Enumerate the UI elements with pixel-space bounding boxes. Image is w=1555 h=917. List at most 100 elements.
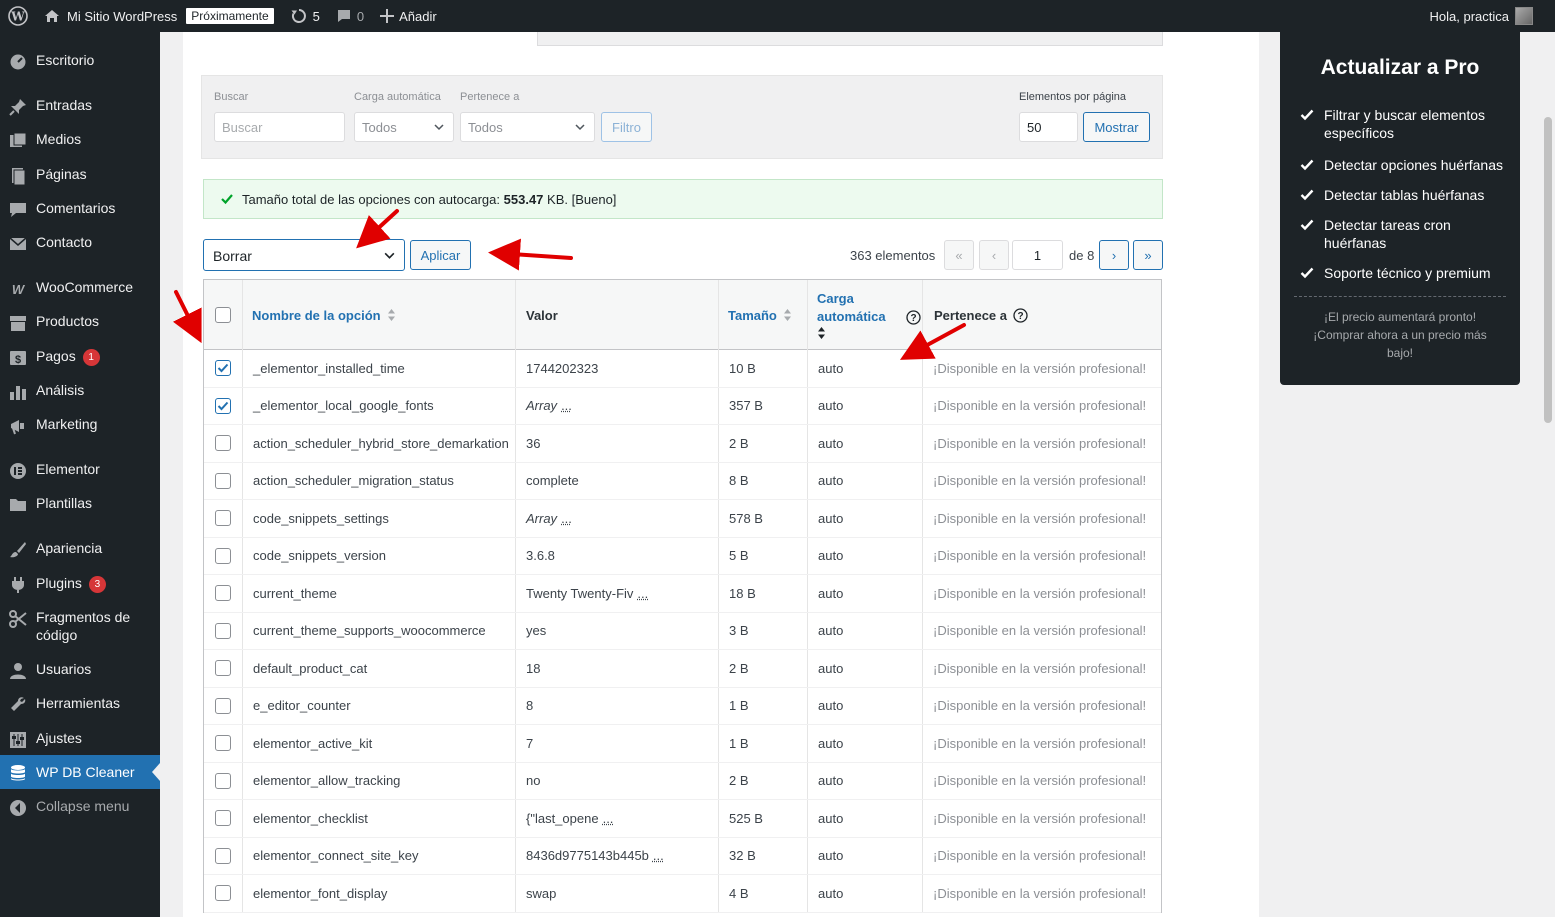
elementor-icon <box>0 460 36 480</box>
sidebar-item-plantillas[interactable]: Plantillas <box>0 494 160 514</box>
current-page-input[interactable]: 1 <box>1012 240 1063 270</box>
comments-menu[interactable]: 0 <box>328 0 372 32</box>
check-icon <box>1300 189 1314 201</box>
row-select-cell <box>204 875 243 912</box>
pro-feature-item: Detectar tareas cron huérfanas <box>1300 216 1510 252</box>
sidebar-item-elementor[interactable]: Elementor <box>0 460 160 480</box>
option-belongs: ¡Disponible en la versión profesional! <box>933 548 1147 564</box>
options-table: Nombre de la opción Valor Tamaño Carga a… <box>203 279 1162 913</box>
select-all-checkbox[interactable] <box>215 307 231 323</box>
autoload-select[interactable]: Todos <box>354 112 454 142</box>
bulk-action-select[interactable]: Borrar <box>203 239 405 271</box>
show-button[interactable]: Mostrar <box>1083 112 1150 142</box>
row-checkbox[interactable] <box>215 360 231 377</box>
site-name-menu[interactable]: Mi Sitio WordPress Próximamente <box>36 0 282 32</box>
sidebar-item-escritorio[interactable]: Escritorio <box>0 51 160 71</box>
option-belongs: ¡Disponible en la versión profesional! <box>933 885 1147 901</box>
row-checkbox[interactable] <box>215 660 231 677</box>
updates-menu[interactable]: 5 <box>282 0 328 32</box>
megaphone-icon <box>0 415 36 435</box>
add-new-menu[interactable]: Añadir <box>372 0 445 32</box>
chevron-down-icon <box>434 124 444 131</box>
row-checkbox[interactable] <box>215 772 231 789</box>
row-select-cell <box>204 575 243 612</box>
divider <box>1294 296 1506 297</box>
option-belongs: ¡Disponible en la versión profesional! <box>933 773 1147 789</box>
next-page-button[interactable]: › <box>1099 240 1129 270</box>
last-page-button[interactable]: » <box>1133 240 1163 270</box>
option-name: elementor_allow_tracking <box>243 762 516 799</box>
sidebar-item-entradas[interactable]: Entradas <box>0 96 160 116</box>
help-icon[interactable]: ? <box>1013 307 1028 323</box>
row-checkbox[interactable] <box>215 622 231 639</box>
row-checkbox[interactable] <box>215 547 231 564</box>
column-autoload-label-1: Carga <box>817 291 854 306</box>
option-belongs: ¡Disponible en la versión profesional! <box>933 735 1147 751</box>
expand-value-link[interactable]: ... <box>603 811 614 826</box>
greeting: Hola, practica <box>1429 8 1509 24</box>
sidebar-item-productos[interactable]: Productos <box>0 312 160 332</box>
row-checkbox[interactable] <box>215 397 231 414</box>
expand-value-link[interactable]: ... <box>653 848 664 863</box>
sidebar-item-woocommerce[interactable]: W WooCommerce <box>0 278 160 298</box>
sidebar-item-label: Apariencia <box>36 540 103 556</box>
prev-page-button[interactable]: ‹ <box>979 240 1009 270</box>
row-checkbox[interactable] <box>215 847 231 864</box>
row-checkbox[interactable] <box>215 472 231 489</box>
coming-soon-badge[interactable]: Próximamente <box>186 8 274 24</box>
row-select-cell <box>204 612 243 649</box>
per-page-input[interactable]: 50 <box>1019 112 1078 142</box>
sidebar-item-label: Marketing <box>36 416 98 432</box>
sidebar-item-usuarios[interactable]: Usuarios <box>0 660 160 680</box>
row-checkbox[interactable] <box>215 435 231 452</box>
search-input[interactable]: Buscar <box>214 112 345 142</box>
sidebar-item-herramientas[interactable]: Herramientas <box>0 694 160 714</box>
row-select-cell <box>204 500 243 537</box>
row-checkbox[interactable] <box>215 585 231 602</box>
pro-price-note[interactable]: ¡El precio aumentará pronto! ¡Comprar ah… <box>1300 308 1500 362</box>
sidebar-item-marketing[interactable]: Marketing <box>0 415 160 435</box>
pro-feature-label: Soporte técnico y premium <box>1324 265 1491 281</box>
row-checkbox[interactable] <box>215 810 231 827</box>
row-select-cell <box>204 650 243 687</box>
row-checkbox[interactable] <box>215 697 231 714</box>
expand-value-link[interactable]: ... <box>637 586 648 601</box>
row-checkbox[interactable] <box>215 735 231 752</box>
sidebar-item-análisis[interactable]: Análisis <box>0 381 160 401</box>
column-autoload[interactable]: Carga automática ? <box>808 280 923 350</box>
first-page-button[interactable]: « <box>944 240 974 270</box>
check-icon <box>1300 159 1314 171</box>
filter-button[interactable]: Filtro <box>601 112 652 142</box>
option-size: 1 B <box>719 687 808 724</box>
wordpress-logo-icon[interactable]: W <box>0 0 36 32</box>
row-checkbox[interactable] <box>215 885 231 902</box>
belongs-select[interactable]: Todos <box>460 112 595 142</box>
scrollbar-thumb[interactable] <box>1544 117 1552 423</box>
sidebar-item-wp-db-cleaner[interactable]: WP DB Cleaner <box>0 755 160 789</box>
sidebar-item-pagos[interactable]: $ Pagos 1 <box>0 347 160 367</box>
sidebar-item-plugins[interactable]: Plugins 3 <box>0 574 160 594</box>
sidebar-item-páginas[interactable]: Páginas <box>0 165 160 185</box>
account-menu[interactable]: Hola, practica <box>1430 0 1533 32</box>
option-value: swap <box>516 875 719 912</box>
option-autoload: auto <box>808 575 923 612</box>
apply-button[interactable]: Aplicar <box>410 240 471 270</box>
help-icon[interactable]: ? <box>905 309 921 325</box>
row-checkbox[interactable] <box>215 510 231 527</box>
sidebar-item-ajustes[interactable]: Ajustes <box>0 729 160 749</box>
sidebar-item-medios[interactable]: Medios <box>0 130 160 150</box>
sidebar-item-fragmentos-de-código[interactable]: Fragmentos de código <box>0 608 160 644</box>
sidebar-item-collapse-menu[interactable]: Collapse menu <box>0 797 160 817</box>
sidebar-item-contacto[interactable]: Contacto <box>0 233 160 253</box>
option-size: 578 B <box>719 500 808 537</box>
expand-value-link[interactable]: ... <box>561 398 572 413</box>
sidebar-item-label: Plantillas <box>36 495 93 511</box>
option-value: 3.6.8 <box>516 537 719 574</box>
column-size[interactable]: Tamaño <box>719 280 808 350</box>
table-row: elementor_active_kit 7 1 Bauto ¡Disponible … <box>204 725 1161 763</box>
column-name[interactable]: Nombre de la opción <box>243 280 516 350</box>
sidebar-item-comentarios[interactable]: Comentarios <box>0 199 160 219</box>
expand-value-link[interactable]: ... <box>561 511 572 526</box>
option-name: elementor_checklist <box>243 800 516 837</box>
sidebar-item-apariencia[interactable]: Apariencia <box>0 539 160 559</box>
